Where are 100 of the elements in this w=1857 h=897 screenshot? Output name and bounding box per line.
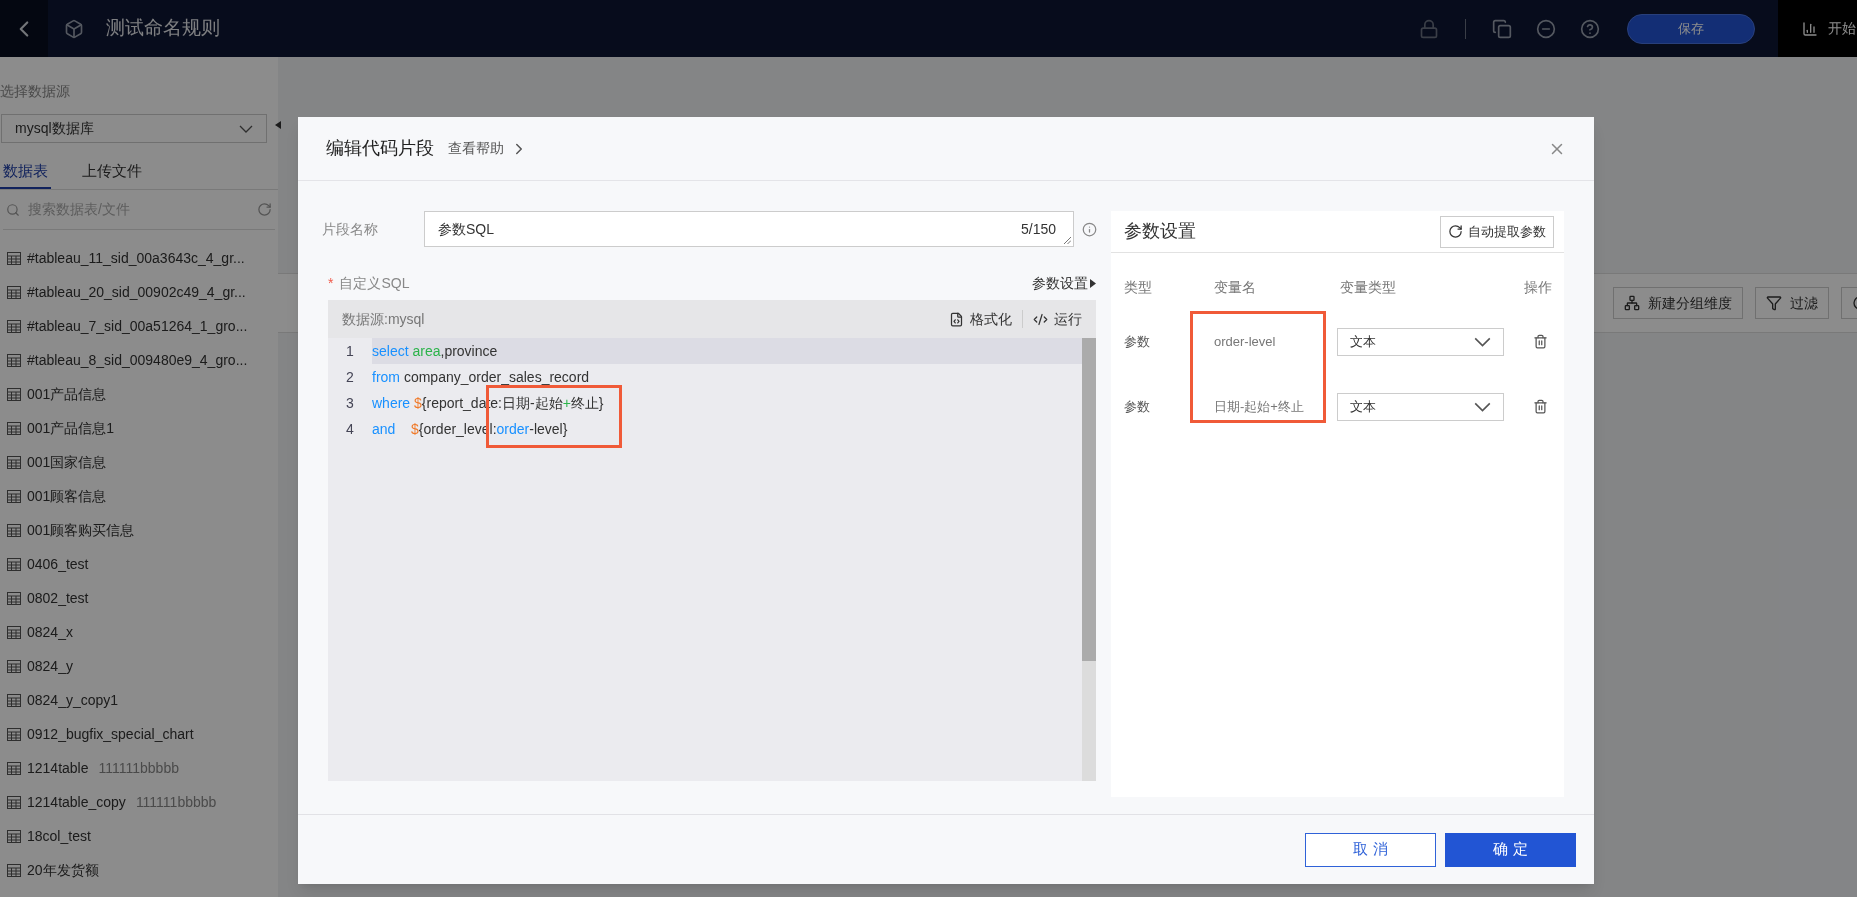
- table-item[interactable]: 0824_x: [0, 615, 278, 649]
- copy-icon[interactable]: [1492, 18, 1512, 39]
- confirm-button[interactable]: 确 定: [1445, 832, 1576, 867]
- table-icon: [7, 829, 21, 843]
- run-button[interactable]: 运行: [1033, 308, 1082, 330]
- table-icon: [7, 523, 21, 537]
- table-name: 001顾客购买信息: [27, 520, 135, 540]
- table-icon: [7, 489, 21, 503]
- table-name: 001产品信息1: [27, 418, 115, 438]
- scrollbar[interactable]: [1082, 338, 1096, 781]
- document-icon: [949, 311, 964, 327]
- sidebar-tab[interactable]: 数据表: [0, 155, 51, 189]
- chevron-down-icon: [239, 124, 253, 133]
- table-item[interactable]: 001顾客信息: [0, 479, 278, 513]
- source-label: 选择数据源: [0, 82, 71, 101]
- table-item[interactable]: 001产品信息: [0, 377, 278, 411]
- name-field[interactable]: 参数SQL 5/150: [424, 211, 1074, 247]
- table-item[interactable]: #tableau_7_sid_00a51264_1_gro...: [0, 309, 278, 343]
- column-header: 类型: [1124, 278, 1153, 297]
- table-item[interactable]: 001顾客购买信息: [0, 513, 278, 547]
- help-icon[interactable]: [1580, 18, 1600, 39]
- param-settings-link[interactable]: 参数设置: [1032, 273, 1096, 294]
- table-icon: [7, 319, 21, 333]
- table-name: #tableau_20_sid_00902c49_4_gr...: [27, 282, 246, 302]
- table-item[interactable]: 001产品信息1: [0, 411, 278, 445]
- table-item[interactable]: 0406_test: [0, 547, 278, 581]
- line-number: 3: [345, 393, 355, 413]
- table-item[interactable]: #tableau_20_sid_00902c49_4_gr...: [0, 275, 278, 309]
- info-icon[interactable]: [1082, 221, 1097, 237]
- help-link[interactable]: 查看帮助: [448, 138, 528, 159]
- hierarchy-icon: [1624, 295, 1640, 311]
- filter-button[interactable]: 过滤: [1755, 287, 1829, 319]
- line-number: 1: [345, 341, 355, 361]
- sidebar-tab[interactable]: 上传文件: [79, 155, 145, 189]
- triangle-right-icon: [1090, 279, 1096, 288]
- type-select[interactable]: 文本: [1337, 392, 1504, 421]
- page-title: 测试命名规则: [106, 16, 220, 41]
- auto-extract-button[interactable]: 自动提取参数: [1440, 215, 1554, 248]
- start-label[interactable]: 开始: [1828, 18, 1856, 39]
- table-name: 001国家信息: [27, 452, 107, 472]
- type-select[interactable]: 文本: [1337, 327, 1504, 356]
- bar-chart-icon: [1802, 20, 1818, 37]
- table-name: 0406_test: [27, 554, 89, 574]
- table-icon: [7, 455, 21, 469]
- table-note: 111111bbbbb: [135, 792, 217, 812]
- table-icon: [7, 659, 21, 673]
- table-icon: [7, 625, 21, 639]
- refresh-icon[interactable]: [257, 202, 272, 217]
- resize-grip-icon: [1064, 237, 1071, 244]
- table-icon: [7, 727, 21, 741]
- table-item[interactable]: 20年发货额: [0, 853, 278, 887]
- table-item[interactable]: #tableau_8_sid_009480e9_4_gro...: [0, 343, 278, 377]
- table-name: #tableau_7_sid_00a51264_1_gro...: [27, 316, 248, 336]
- table-item[interactable]: 001国家信息: [0, 445, 278, 479]
- table-icon: [7, 387, 21, 401]
- lock-icon[interactable]: [1419, 18, 1439, 39]
- table-name: 0802_test: [27, 588, 89, 608]
- table-note: 111111bbbbb: [98, 758, 179, 778]
- table-name: 0824_x: [27, 622, 73, 642]
- cube-icon: [64, 18, 84, 39]
- table-icon: [7, 795, 21, 809]
- table-item[interactable]: 0912_bugfix_special_chart: [0, 717, 278, 751]
- group-button[interactable]: 新建分组维度: [1613, 287, 1743, 319]
- params-title: 参数设置: [1124, 220, 1197, 243]
- table-icon: [7, 591, 21, 605]
- line-number: 2: [345, 367, 355, 387]
- table-item[interactable]: 18col_test: [0, 819, 278, 853]
- table-name: 001产品信息: [27, 384, 107, 404]
- table-item[interactable]: #tableau_11_sid_00a3643c_4_gr...: [0, 241, 278, 275]
- table-item[interactable]: 1214table_copy 111111bbbbb: [0, 785, 278, 819]
- filter-icon: [1766, 295, 1782, 311]
- line-number: 4: [345, 419, 355, 439]
- cancel-button[interactable]: 取 消: [1305, 832, 1436, 867]
- table-name: 1214table_copy: [27, 792, 126, 812]
- table-icon: [7, 353, 21, 367]
- table-item[interactable]: 1214table 111111bbbbb: [0, 751, 278, 785]
- table-name: 001顾客信息: [27, 486, 107, 506]
- minus-circle-icon[interactable]: [1536, 18, 1556, 39]
- table-item[interactable]: 0824_y: [0, 649, 278, 683]
- table-item[interactable]: 0824_y_copy1: [0, 683, 278, 717]
- datasource-label: 数据源:mysql: [342, 309, 426, 329]
- table-name: #tableau_11_sid_00a3643c_4_gr...: [27, 248, 245, 268]
- sql-label: 自定义SQL: [339, 274, 410, 293]
- refresh-icon: [1448, 224, 1463, 239]
- table-name: 18col_test: [27, 826, 91, 846]
- code-icon: [1033, 311, 1048, 327]
- delete-icon[interactable]: [1533, 334, 1548, 349]
- param-type: 参数: [1124, 332, 1151, 351]
- delete-icon[interactable]: [1533, 399, 1548, 414]
- source-select[interactable]: mysql数据库: [1, 114, 267, 143]
- triangle-left-icon: [275, 121, 281, 129]
- table-item[interactable]: 0802_test: [0, 581, 278, 615]
- save-button[interactable]: 保存: [1627, 13, 1755, 44]
- chevron-down-icon: [1474, 336, 1491, 347]
- table-icon: [7, 421, 21, 435]
- table-name: 0912_bugfix_special_chart: [27, 724, 194, 744]
- chevron-down-icon: [1474, 401, 1491, 412]
- format-button[interactable]: 格式化: [949, 308, 1012, 330]
- char-counter: 5/150: [1020, 219, 1056, 239]
- param-name: 日期-起始+终止: [1214, 397, 1305, 416]
